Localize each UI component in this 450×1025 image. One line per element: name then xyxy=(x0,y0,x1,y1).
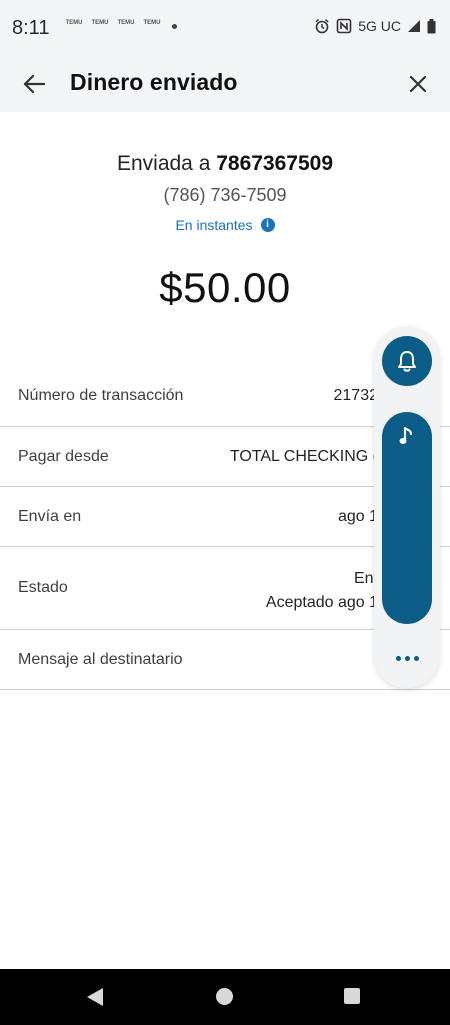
transfer-summary: Enviada a 7867367509 (786) 736-7509 En i… xyxy=(0,112,450,362)
detail-value: 21732 xyxy=(333,387,379,404)
more-dots-icon xyxy=(404,655,410,661)
detail-label: Pagar desde xyxy=(18,448,109,465)
network-type: 5G UC xyxy=(358,18,401,34)
temu-notification-icon: TEMU xyxy=(117,20,135,26)
status-value-line: Aceptado ago 1 xyxy=(265,594,378,611)
temu-notification-icon: TEMU xyxy=(143,20,161,26)
recipient-number: 7867367509 xyxy=(216,152,334,175)
music-player-button[interactable] xyxy=(382,412,432,624)
delivery-timing[interactable]: En instantes i xyxy=(0,217,450,233)
page-title: Dinero enviado xyxy=(70,69,238,95)
more-notifications-dot xyxy=(172,24,177,29)
timing-label: En instantes xyxy=(175,217,253,233)
recipient-line: Enviada a 7867367509 xyxy=(0,152,450,176)
status-value-line: Ent xyxy=(353,570,378,587)
signal-icon xyxy=(408,20,420,32)
sent-prefix: Enviada a xyxy=(116,152,217,175)
detail-value: Ent Aceptado ago 1 xyxy=(266,567,378,615)
nav-recents-icon[interactable] xyxy=(344,988,360,1004)
status-time: 8:11 xyxy=(12,17,50,39)
detail-label: Estado xyxy=(18,579,68,596)
more-options-button[interactable] xyxy=(387,644,427,672)
notifications-button[interactable] xyxy=(382,336,432,386)
recipient-phone: (786) 736-7509 xyxy=(163,185,287,205)
detail-label: Mensaje al destinatario xyxy=(18,651,183,668)
temu-notification-icon: TEMU xyxy=(91,20,109,26)
detail-value: ago 1 xyxy=(337,508,378,525)
nav-back-icon[interactable] xyxy=(86,987,104,1007)
bell-icon xyxy=(398,351,416,372)
info-icon[interactable]: i xyxy=(260,218,275,232)
temu-notification-icon: TEMU xyxy=(65,20,83,26)
status-bar: 8:11 TEMU TEMU TEMU TEMU 5G UC xyxy=(0,0,450,56)
status-right: 5G UC xyxy=(314,18,436,34)
close-button[interactable] xyxy=(402,68,434,100)
close-icon xyxy=(409,75,427,93)
nfc-icon xyxy=(336,18,352,34)
detail-label: Envía en xyxy=(18,508,82,525)
system-nav-bar xyxy=(0,969,450,1025)
nav-home-icon[interactable] xyxy=(216,988,233,1005)
music-note-icon xyxy=(399,426,413,444)
more-dots-icon xyxy=(395,655,401,661)
alarm-icon xyxy=(315,18,329,34)
floating-side-panel xyxy=(374,326,440,688)
detail-value: TOTAL CHECKING ( xyxy=(229,448,378,465)
more-dots-icon xyxy=(413,655,419,661)
notification-icons: TEMU TEMU TEMU TEMU xyxy=(64,20,162,35)
app-header: Dinero enviado xyxy=(0,56,450,112)
back-button[interactable] xyxy=(18,68,50,100)
detail-label: Número de transacción xyxy=(18,387,184,404)
amount: $50.00 xyxy=(159,264,291,311)
battery-icon xyxy=(427,18,436,33)
back-arrow-icon xyxy=(23,74,45,94)
